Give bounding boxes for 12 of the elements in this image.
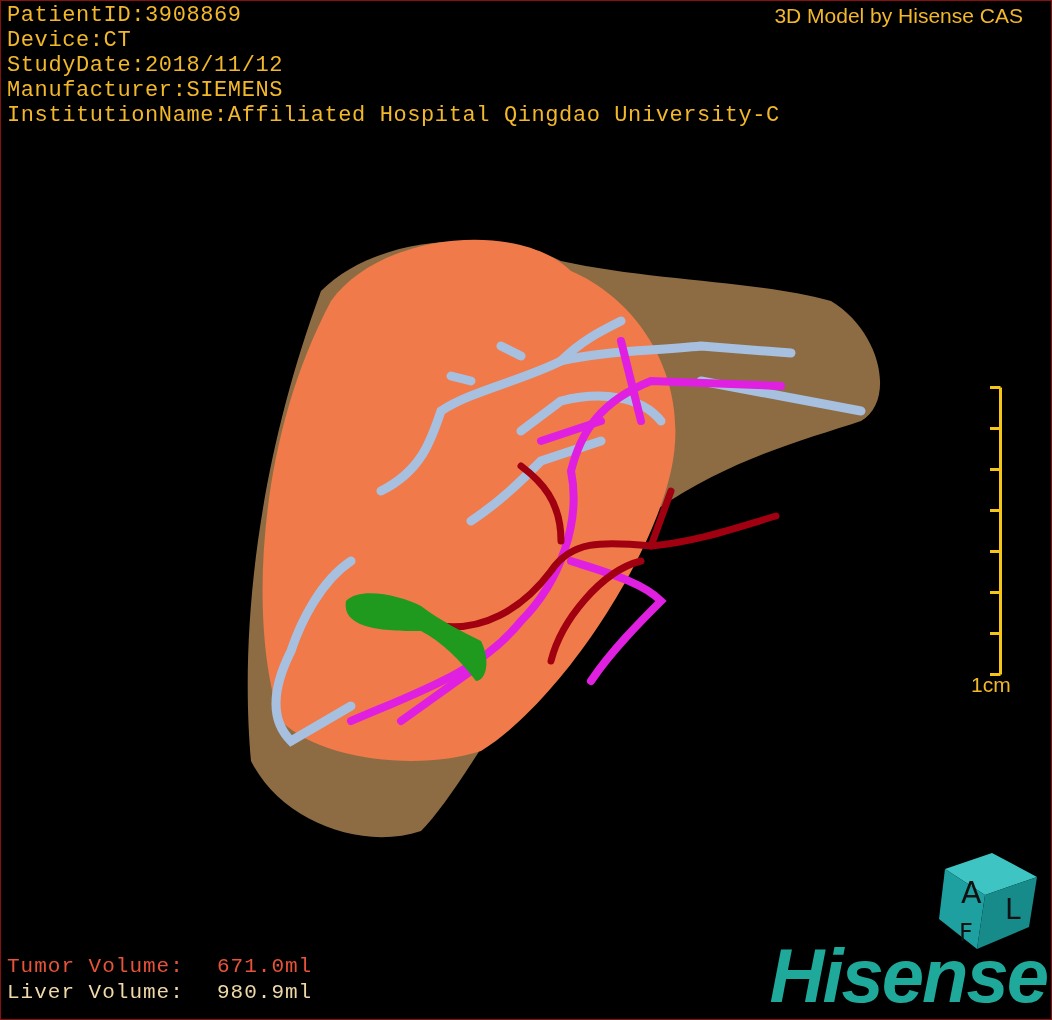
patient-info-text: PatientID:3908869 (7, 3, 242, 28)
volume-label: Tumor Volume: (7, 954, 185, 980)
patient-info-text: StudyDate:2018/11/12 (7, 53, 284, 78)
scale-bar-label: 1cm (971, 673, 1011, 697)
patient-info-text: InstitutionName:Affiliated Hospital Qingdao University-C (7, 103, 780, 128)
model-credit-text: 3D Model by Hisense CAS (774, 3, 1023, 28)
volume-value: 980.9ml (217, 980, 313, 1006)
patient-info-text: Manufacturer:SIEMENS (7, 78, 284, 103)
volume-label: Liver Volume: (7, 980, 185, 1006)
scale-bar-icon (990, 386, 1002, 676)
volume-value: 671.0ml (217, 954, 313, 980)
patient-info-text: Device:CT (7, 28, 132, 53)
